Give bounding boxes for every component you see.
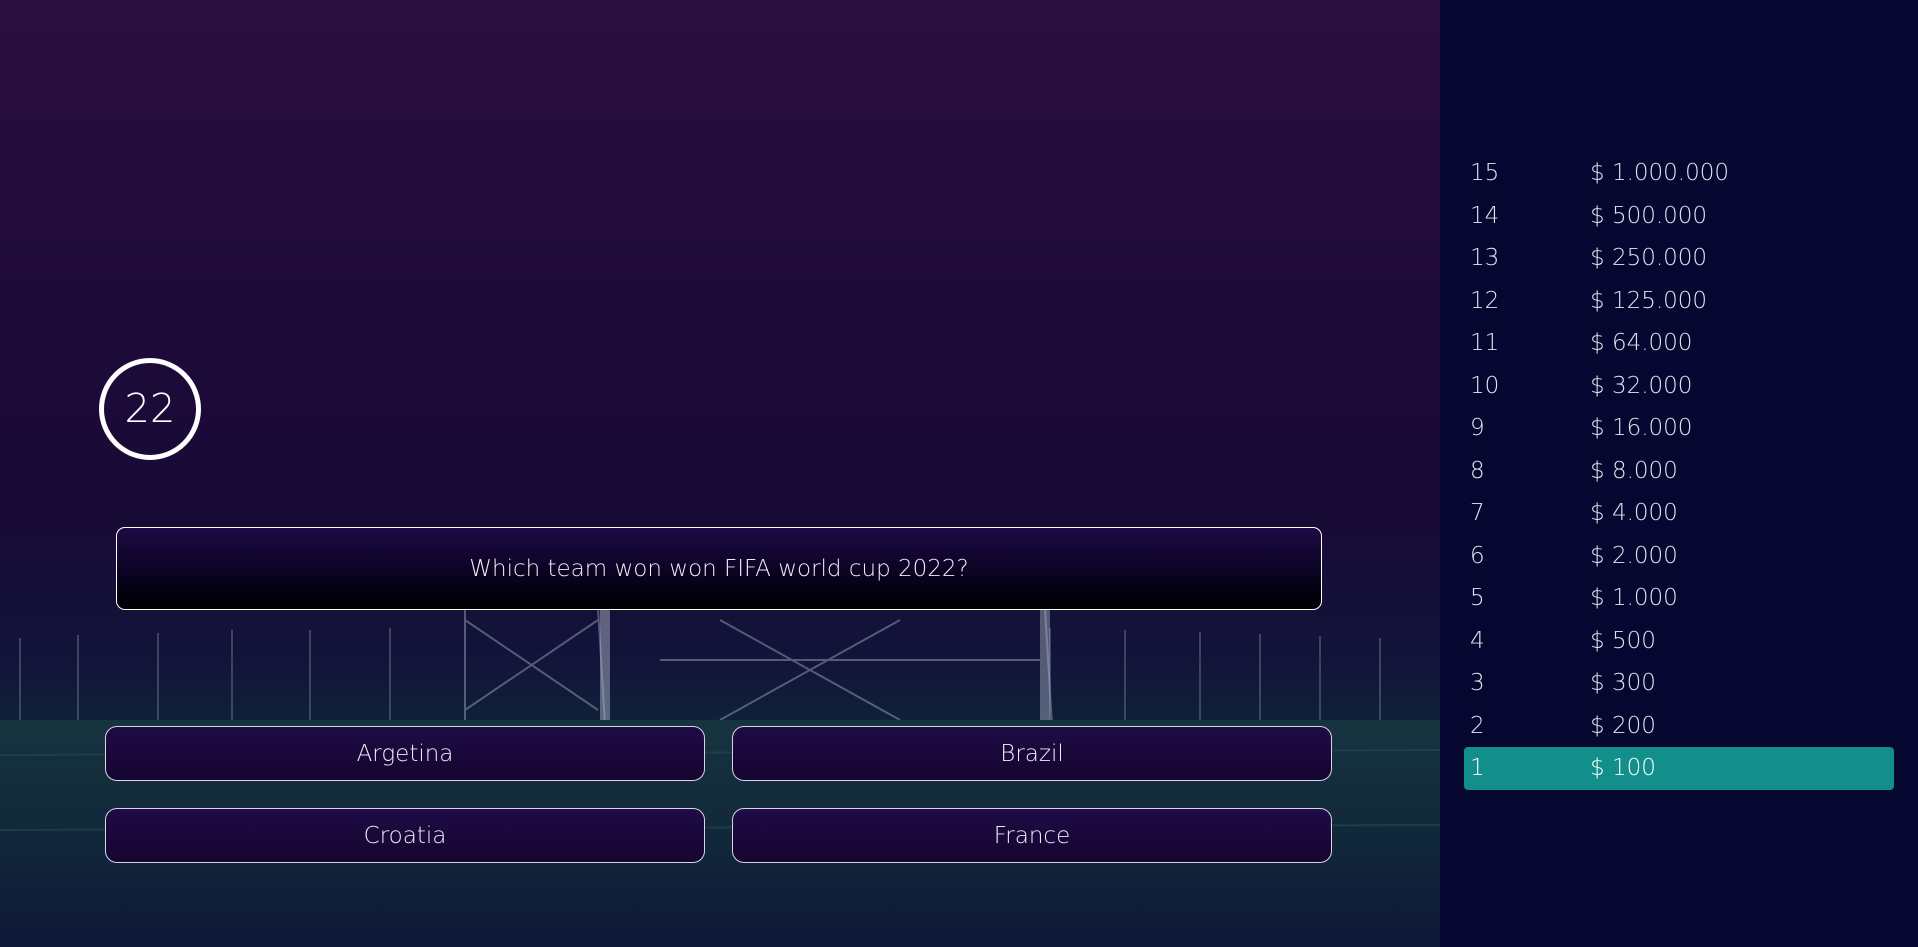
ladder-level: 15 (1470, 160, 1500, 187)
ladder-item-6: 6 $ 2.000 (1464, 535, 1894, 578)
ladder-amount: $ 300 (1590, 670, 1656, 697)
ladder-amount: $ 200 (1590, 712, 1656, 739)
ladder-level: 9 (1470, 415, 1485, 442)
ladder-amount: $ 100 (1590, 755, 1656, 782)
ladder-item-12: 12 $ 125.000 (1464, 280, 1894, 323)
money-ladder: 15 $ 1.000.000 14 $ 500.000 13 $ 250.000 12… (1464, 152, 1894, 790)
ladder-level: 3 (1470, 670, 1485, 697)
ladder-level: 7 (1470, 500, 1485, 527)
ladder-amount: $ 16.000 (1590, 415, 1693, 442)
ladder-item-9: 9 $ 16.000 (1464, 407, 1894, 450)
ladder-level: 4 (1470, 627, 1485, 654)
ladder-amount: $ 64.000 (1590, 330, 1693, 357)
ladder-level: 6 (1470, 542, 1485, 569)
ladder-amount: $ 500.000 (1590, 202, 1708, 229)
game-area: 22 Which team won won FIFA world cup 202… (0, 0, 1440, 947)
ladder-item-3: 3 $ 300 (1464, 662, 1894, 705)
ladder-item-5: 5 $ 1.000 (1464, 577, 1894, 620)
ladder-level: 8 (1470, 457, 1485, 484)
ladder-level: 5 (1470, 585, 1485, 612)
ladder-amount: $ 32.000 (1590, 372, 1693, 399)
answer-button-a[interactable]: Argetina (105, 726, 705, 781)
ladder-item-4: 4 $ 500 (1464, 620, 1894, 663)
ladder-item-10: 10 $ 32.000 (1464, 365, 1894, 408)
ladder-item-15: 15 $ 1.000.000 (1464, 152, 1894, 195)
question-text: Which team won won FIFA world cup 2022? (116, 527, 1322, 610)
ladder-item-13: 13 $ 250.000 (1464, 237, 1894, 280)
ladder-amount: $ 125.000 (1590, 287, 1708, 314)
ladder-level: 13 (1470, 245, 1500, 272)
ladder-amount: $ 8.000 (1590, 457, 1678, 484)
answer-button-d[interactable]: France (732, 808, 1332, 863)
ladder-amount: $ 250.000 (1590, 245, 1708, 272)
ladder-item-2: 2 $ 200 (1464, 705, 1894, 748)
ladder-amount: $ 1.000.000 (1590, 160, 1729, 187)
ladder-item-7: 7 $ 4.000 (1464, 492, 1894, 535)
ladder-item-14: 14 $ 500.000 (1464, 195, 1894, 238)
ladder-amount: $ 2.000 (1590, 542, 1678, 569)
ladder-level: 14 (1470, 202, 1500, 229)
answer-button-c[interactable]: Croatia (105, 808, 705, 863)
ladder-amount: $ 500 (1590, 627, 1656, 654)
ladder-level: 2 (1470, 712, 1485, 739)
ladder-item-1-current: 1 $ 100 (1464, 747, 1894, 790)
ladder-level: 10 (1470, 372, 1500, 399)
ladder-level: 12 (1470, 287, 1500, 314)
ladder-level: 11 (1470, 330, 1500, 357)
ladder-item-11: 11 $ 64.000 (1464, 322, 1894, 365)
ladder-amount: $ 4.000 (1590, 500, 1678, 527)
ladder-level: 1 (1470, 755, 1485, 782)
countdown-timer: 22 (99, 358, 201, 460)
ladder-item-8: 8 $ 8.000 (1464, 450, 1894, 493)
ladder-amount: $ 1.000 (1590, 585, 1678, 612)
answer-button-b[interactable]: Brazil (732, 726, 1332, 781)
game-screen: 22 Which team won won FIFA world cup 202… (0, 0, 1918, 947)
